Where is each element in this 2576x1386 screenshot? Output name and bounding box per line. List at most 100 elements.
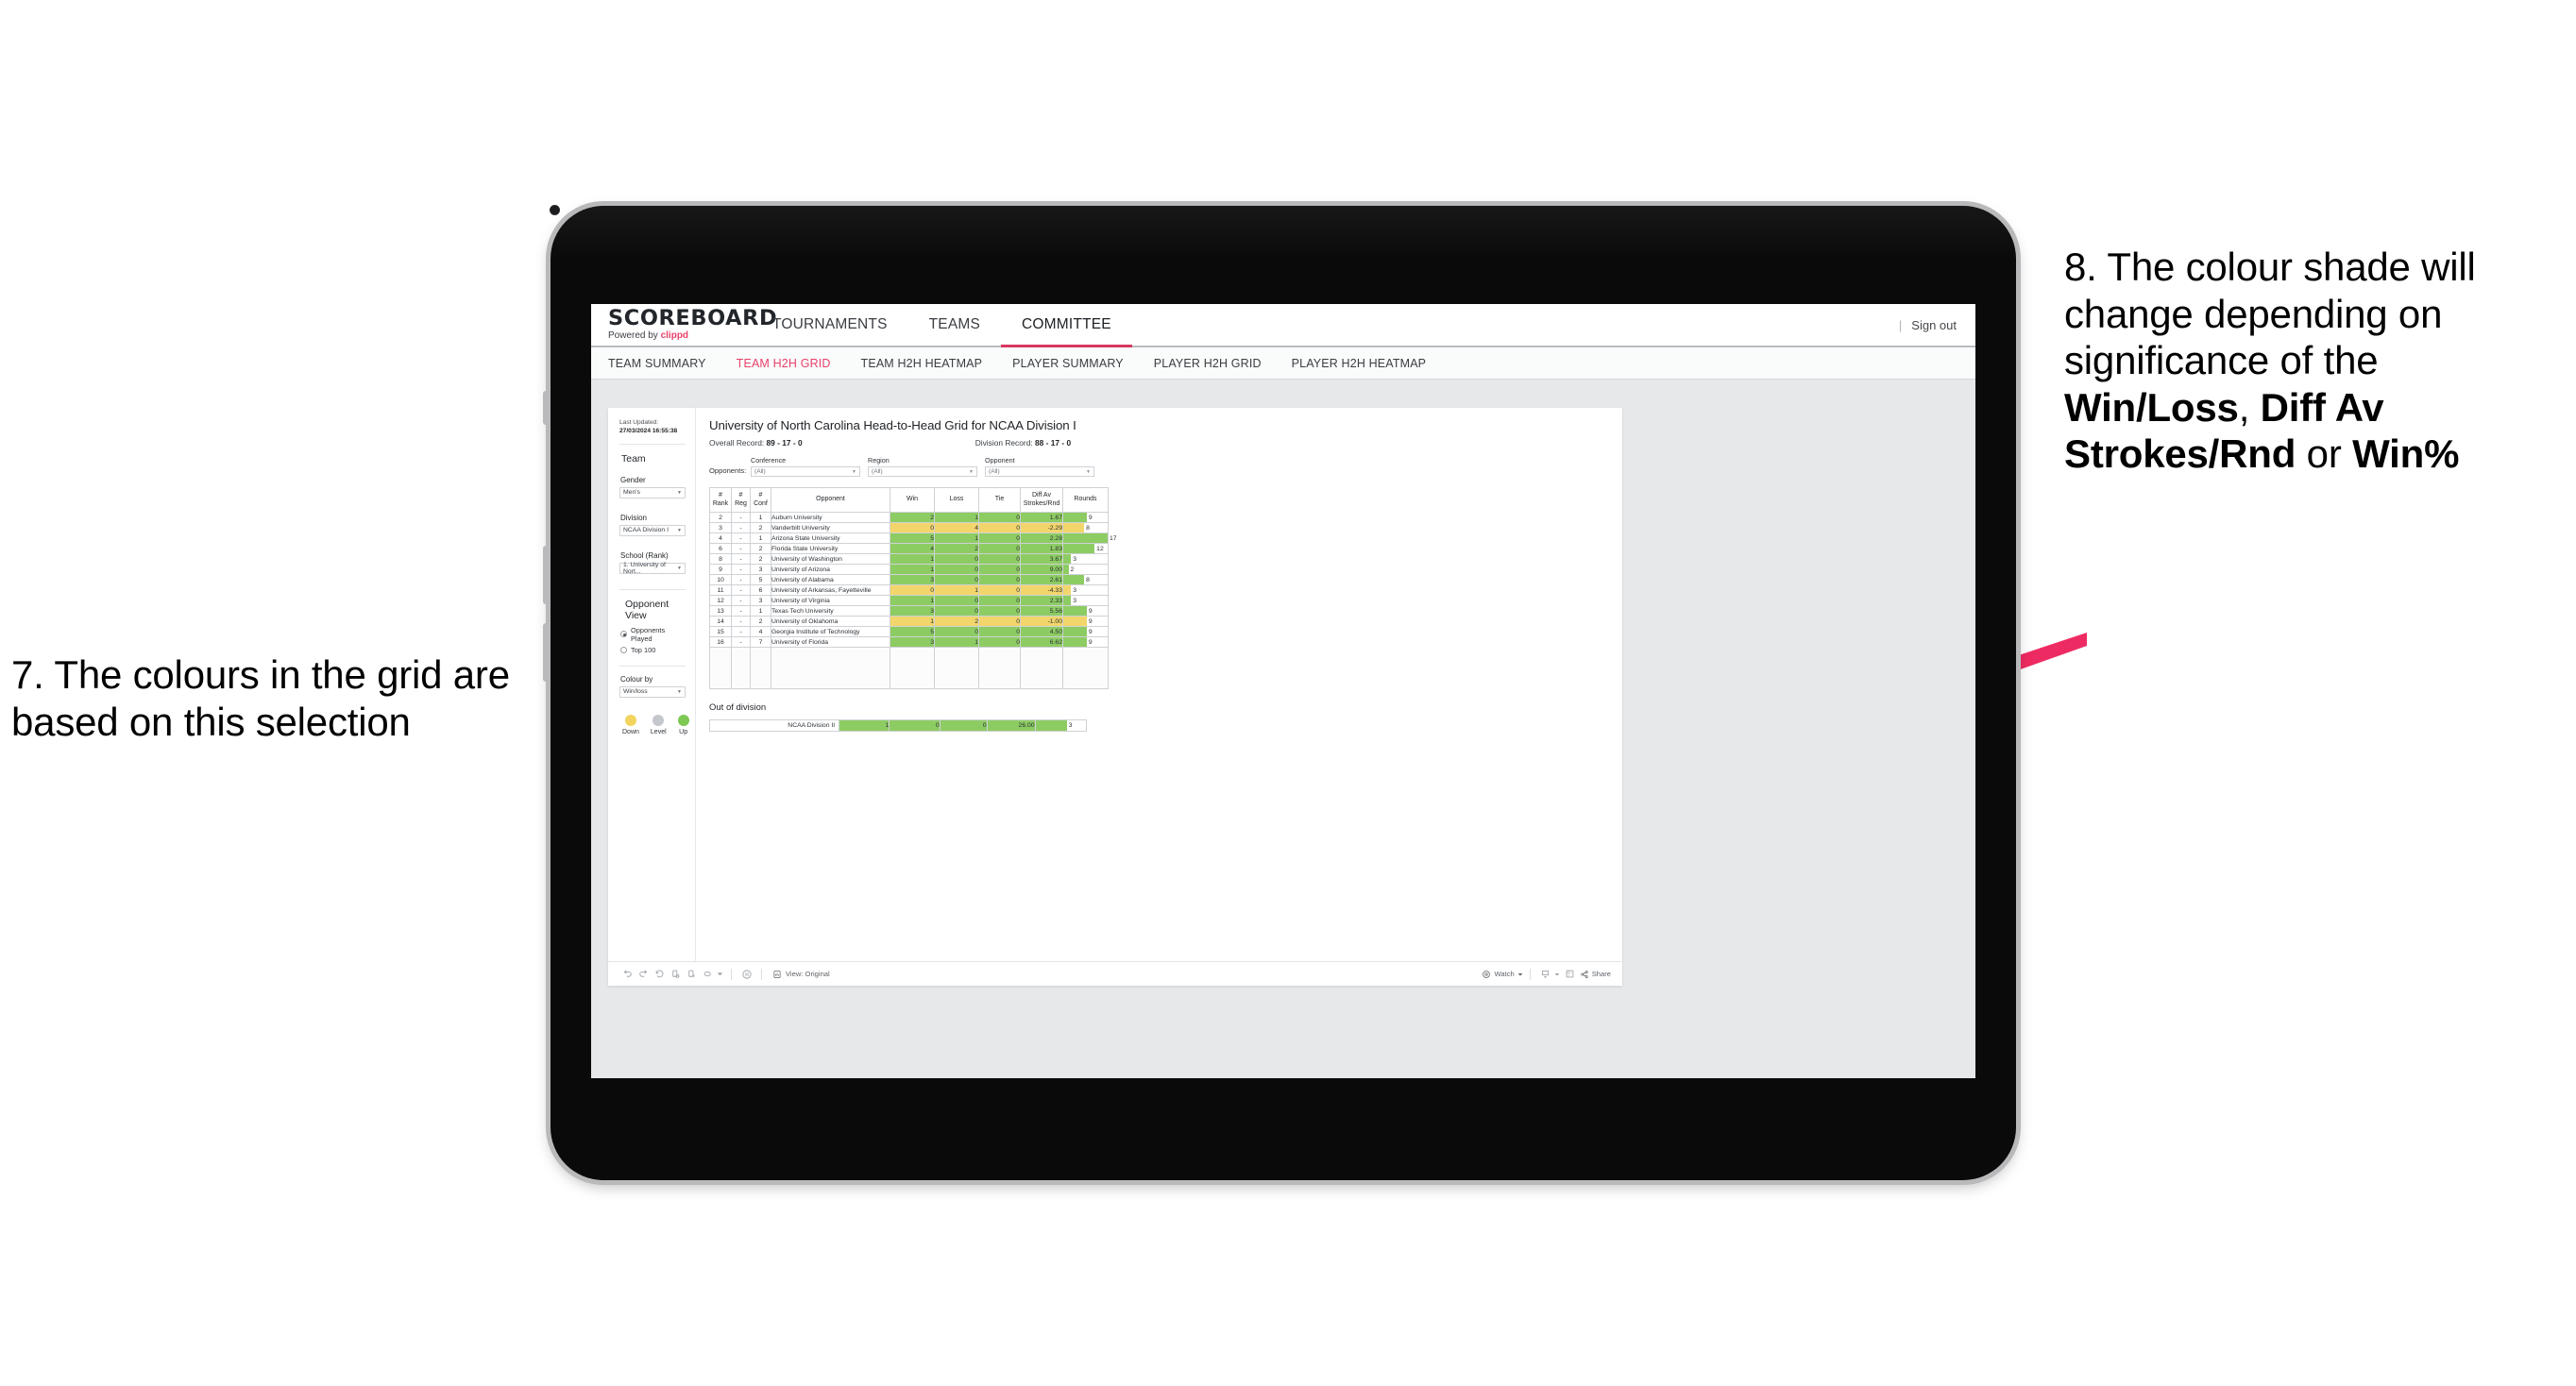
volume-up-button[interactable] bbox=[543, 546, 551, 604]
radio-top-100[interactable]: Top 100 bbox=[620, 646, 686, 654]
out-of-division-table: NCAA Division II 1 0 0 26.00 3 bbox=[708, 719, 1088, 732]
col-header-conf[interactable]: # Conf bbox=[750, 487, 771, 513]
col-header-diff[interactable]: Diff Av Strokes/Rnd bbox=[1020, 487, 1063, 513]
chevron-down-icon: ▼ bbox=[969, 468, 974, 475]
cell-diff: -4.33 bbox=[1020, 584, 1063, 596]
table-row[interactable]: 11-6 University of Arkansas, Fayetteville… bbox=[709, 584, 1109, 596]
cell-diff: 2.61 bbox=[1020, 574, 1063, 585]
colour-by-select[interactable]: Win/loss ▼ bbox=[619, 685, 686, 698]
cell-diff: 2.28 bbox=[1020, 532, 1063, 544]
cell-rank: 16 bbox=[709, 636, 732, 648]
share-button[interactable]: Share bbox=[1580, 970, 1611, 979]
school-select[interactable]: 1. University of Nort... ▼ bbox=[619, 562, 686, 575]
undo-icon[interactable] bbox=[619, 966, 636, 982]
table-row[interactable]: 10-5 University of Alabama 3 0 0 2.61 8 bbox=[709, 574, 1109, 585]
cell-conf: 1 bbox=[750, 605, 771, 617]
subtab-player-summary[interactable]: PLAYER SUMMARY bbox=[1012, 357, 1141, 370]
toolbar-divider-2 bbox=[761, 968, 762, 980]
gender-select[interactable]: Men's ▼ bbox=[619, 486, 686, 499]
rounds-value: 9 bbox=[1088, 628, 1093, 635]
watch-button[interactable]: Watch bbox=[1482, 970, 1523, 979]
table-row[interactable]: 12-3 University of Virginia 1 0 0 2.33 3 bbox=[709, 595, 1109, 606]
nav-tab-teams[interactable]: TEAMS bbox=[908, 304, 1001, 346]
cell-tie: 0 bbox=[978, 512, 1021, 523]
out-of-division-row[interactable]: NCAA Division II 1 0 0 26.00 3 bbox=[708, 719, 1088, 732]
subtab-team-h2h-heatmap[interactable]: TEAM H2H HEATMAP bbox=[861, 357, 1000, 370]
chevron-down-icon: ▼ bbox=[852, 468, 856, 475]
conference-select[interactable]: (All) ▼ bbox=[751, 466, 860, 477]
table-row[interactable]: 2-1 Auburn University 2 1 0 1.67 9 bbox=[709, 512, 1109, 523]
subtab-player-h2h-grid[interactable]: PLAYER H2H GRID bbox=[1154, 357, 1279, 370]
table-row[interactable]: 16-7 University of Florida 3 1 0 6.62 9 bbox=[709, 636, 1109, 648]
highlight-icon[interactable] bbox=[700, 966, 716, 982]
col-header-tie[interactable]: Tie bbox=[978, 487, 1021, 513]
subtab-player-h2h-heatmap[interactable]: PLAYER H2H HEATMAP bbox=[1292, 357, 1444, 370]
volume-down-button[interactable] bbox=[543, 623, 551, 682]
cell-win: 1 bbox=[890, 595, 935, 606]
chevron-down-icon: ▼ bbox=[1086, 468, 1091, 475]
radio-opponents-played[interactable]: Opponents Played bbox=[620, 626, 686, 643]
rounds-value: 8 bbox=[1086, 524, 1090, 532]
nav-tab-committee[interactable]: COMMITTEE bbox=[1001, 304, 1132, 347]
chevron-down-icon: ▼ bbox=[677, 688, 682, 695]
brand-logo[interactable]: SCOREBOARD Powered by clippd bbox=[591, 304, 777, 346]
nav-tab-tournaments[interactable]: TOURNAMENTS bbox=[752, 304, 908, 346]
ood-rounds-bar bbox=[1035, 720, 1067, 731]
revert-icon[interactable] bbox=[652, 966, 668, 982]
pause-auto-update-icon[interactable] bbox=[738, 966, 754, 982]
cell-rank: 11 bbox=[709, 584, 732, 596]
h2h-grid-wrapper[interactable]: # Rank # Reg # Conf Opponent Win Loss Tie D… bbox=[709, 487, 1117, 689]
cell-loss: 1 bbox=[934, 636, 979, 648]
fullscreen-icon[interactable] bbox=[1562, 966, 1578, 982]
col-header-rank[interactable]: # Rank bbox=[709, 487, 732, 513]
col-header-reg[interactable]: # Reg bbox=[731, 487, 751, 513]
table-row[interactable]: 9-3 University of Arizona 1 0 0 9.00 2 bbox=[709, 564, 1109, 575]
col-header-win[interactable]: Win bbox=[890, 487, 935, 513]
cell-opponent: University of Oklahoma bbox=[771, 616, 890, 627]
signout-divider: | bbox=[1898, 317, 1903, 332]
filter-panel: Last Updated: 27/03/2024 16:55:38 Team G… bbox=[608, 408, 696, 961]
col-header-rounds[interactable]: Rounds bbox=[1062, 487, 1109, 513]
annotation-right-number: 8. bbox=[2064, 245, 2097, 289]
view-original-button[interactable]: View: Original bbox=[772, 970, 830, 979]
power-button[interactable] bbox=[543, 391, 551, 425]
table-row[interactable]: 15-4 Georgia Institute of Technology 5 0 0 4.… bbox=[709, 626, 1109, 637]
table-row[interactable]: 13-1 Texas Tech University 3 0 0 5.56 9 bbox=[709, 605, 1109, 617]
col-header-opponent[interactable]: Opponent bbox=[771, 487, 890, 513]
table-row[interactable]: 14-2 University of Oklahoma 1 2 0 -1.00 9 bbox=[709, 616, 1109, 627]
ood-diff: 26.00 bbox=[986, 719, 1036, 732]
table-row[interactable]: 8-2 University of Washington 1 0 0 3.67 3 bbox=[709, 553, 1109, 565]
col-header-conf-l2: Conf bbox=[754, 499, 768, 507]
table-row[interactable]: 4-1 Arizona State University 5 1 0 2.28 17 bbox=[709, 532, 1117, 544]
redo-icon[interactable] bbox=[636, 966, 652, 982]
cell-loss: 2 bbox=[934, 616, 979, 627]
highlight-dropdown-icon[interactable] bbox=[716, 966, 724, 982]
empty-cell bbox=[1020, 647, 1063, 689]
col-header-loss[interactable]: Loss bbox=[934, 487, 979, 513]
cell-diff: 4.50 bbox=[1020, 626, 1063, 637]
download-icon[interactable] bbox=[1537, 966, 1553, 982]
school-label: School (Rank) bbox=[620, 550, 669, 560]
radio-top-100-label: Top 100 bbox=[631, 645, 656, 654]
cell-rounds: 2 bbox=[1062, 564, 1109, 575]
division-select[interactable]: NCAA Division I ▼ bbox=[619, 524, 686, 536]
download-dropdown-icon[interactable] bbox=[1553, 966, 1562, 982]
rounds-bar bbox=[1063, 575, 1085, 584]
divider-3 bbox=[619, 665, 686, 667]
subtab-team-h2h-grid[interactable]: TEAM H2H GRID bbox=[737, 357, 848, 370]
region-select[interactable]: (All) ▼ bbox=[868, 466, 977, 477]
pause-updates-icon[interactable] bbox=[684, 966, 700, 982]
refresh-icon[interactable] bbox=[668, 966, 684, 982]
cell-rank: 14 bbox=[709, 616, 732, 627]
cell-diff: -1.00 bbox=[1020, 616, 1063, 627]
divider-2 bbox=[619, 588, 686, 590]
table-row[interactable]: 6-2 Florida State University 4 2 0 1.83 12 bbox=[709, 543, 1109, 554]
opponent-select[interactable]: (All) ▼ bbox=[985, 466, 1094, 477]
ood-rounds-value: 3 bbox=[1068, 722, 1073, 729]
table-row[interactable]: 3-2 Vanderbilt University 0 4 0 -2.29 8 bbox=[709, 522, 1109, 533]
sign-out-button[interactable]: | Sign out bbox=[1899, 304, 1975, 346]
subtab-team-summary[interactable]: TEAM SUMMARY bbox=[608, 357, 723, 370]
annotation-right-sep-2: or bbox=[2296, 431, 2353, 477]
cell-reg: - bbox=[731, 626, 751, 637]
region-filter: Region (All) ▼ bbox=[868, 456, 977, 477]
